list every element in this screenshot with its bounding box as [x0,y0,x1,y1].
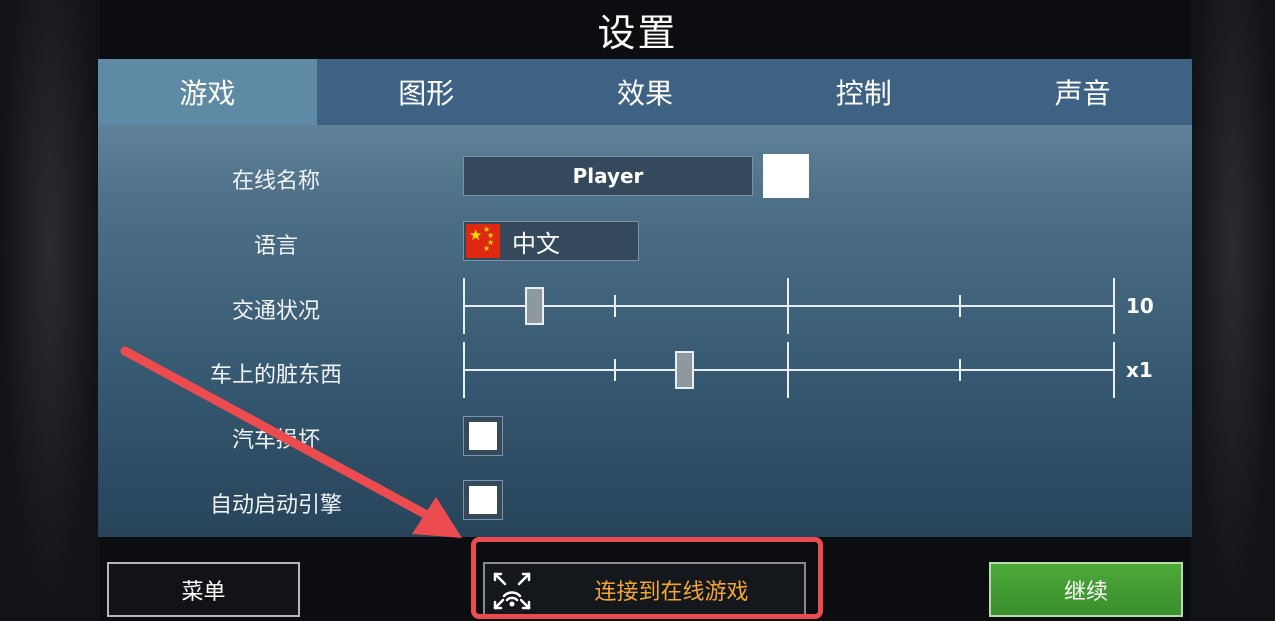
slider-handle[interactable] [675,351,695,389]
car-damage-checkbox[interactable] [463,416,503,456]
slider-track [463,369,1115,371]
slider-tick [959,359,961,381]
online-name-label: 在线名称 [231,169,320,194]
continue-button-label: 继续 [1063,579,1108,605]
auto-start-label: 自动启动引擎 [209,493,342,518]
slider-tick [1113,278,1115,334]
language-select[interactable]: ★ ★ ★ ★ ★ 中文 [463,221,639,261]
slider-tick [959,295,961,317]
online-name-input[interactable] [463,156,753,196]
tab-sound[interactable]: 声音 [973,59,1192,125]
connect-online-label: 连接到在线游戏 [594,579,749,605]
online-wifi-icon [493,572,531,610]
traffic-label: 交通状况 [231,299,320,324]
checkbox-box [469,486,497,514]
page-title: 设置 [597,11,678,55]
menu-button-label: 菜单 [181,579,226,605]
slider-tick [463,278,465,334]
tab-bar: 游戏 图形 效果 控制 声音 [98,59,1192,125]
language-value: 中文 [512,229,560,258]
traffic-value: 10 [1126,294,1154,318]
settings-panel: 游戏 图形 效果 控制 声音 在线名称 语言 ★★★★★ 中文 交通状况 10 … [98,59,1192,537]
slider-track [463,305,1115,307]
dirt-label: 车上的脏东西 [209,363,342,388]
dirt-slider[interactable] [463,342,1115,398]
slider-tick [1113,342,1115,398]
slider-tick [614,359,616,381]
china-flag-icon: ★ ★ ★ ★ ★ [466,224,500,258]
slider-tick [787,278,789,334]
game-background-right [1190,0,1275,621]
name-color-swatch[interactable] [763,154,809,198]
tab-game[interactable]: 游戏 [98,59,317,125]
tab-graphics[interactable]: 图形 [317,59,536,125]
tab-controls[interactable]: 控制 [754,59,973,125]
traffic-slider[interactable] [463,278,1115,334]
game-background-left [0,0,100,621]
slider-tick [787,342,789,398]
slider-handle[interactable] [525,287,545,325]
car-damage-label: 汽车损坏 [231,428,320,453]
auto-start-checkbox[interactable] [463,480,503,520]
dirt-value: x1 [1126,358,1153,382]
checkbox-box [469,422,497,450]
slider-tick [614,295,616,317]
tab-effects[interactable]: 效果 [536,59,755,125]
menu-button[interactable]: 菜单 [107,562,300,617]
connect-online-button[interactable]: 连接到在线游戏 [483,562,806,617]
continue-button[interactable]: 继续 [989,562,1183,617]
language-label: 语言 [253,234,298,259]
slider-tick [463,342,465,398]
